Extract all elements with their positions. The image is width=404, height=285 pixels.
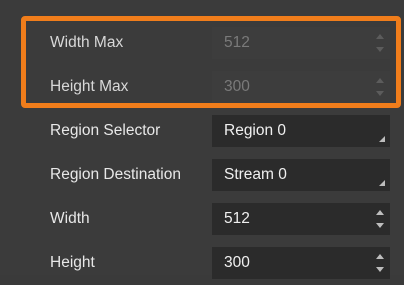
height-max-spinbox: 300 [212,71,390,103]
property-panel: Width Max 512 Height Max 300 Region Sele… [0,0,404,279]
property-row-height-max: Height Max 300 [34,65,404,109]
region-selector-combo[interactable]: Region 0 [212,115,390,147]
region-selector-label: Region Selector [50,122,161,139]
width-max-label: Width Max [50,34,124,51]
dropdown-arrow-icon[interactable] [379,180,385,186]
region-destination-combo[interactable]: Stream 0 [212,159,390,191]
spin-down-icon[interactable] [376,223,384,228]
dropdown-arrow-icon[interactable] [379,136,385,142]
height-spin-buttons[interactable] [374,251,386,275]
height-label: Height [50,254,95,271]
property-row-width-max: Width Max 512 [34,21,404,65]
spin-down-icon [376,47,384,52]
width-value[interactable]: 512 [224,203,250,235]
spin-down-icon [376,91,384,96]
width-max-value: 512 [224,34,250,51]
spin-up-icon [376,78,384,83]
region-destination-label: Region Destination [50,166,181,183]
width-max-spinbox: 512 [212,27,390,59]
height-max-value: 300 [224,78,250,95]
region-destination-value: Stream 0 [224,166,287,183]
spin-up-icon[interactable] [376,210,384,215]
spin-down-icon[interactable] [376,267,384,272]
property-row-region-selector: Region Selector Region 0 [34,109,404,153]
height-spinbox[interactable]: 300 [212,247,390,279]
property-row-region-destination: Region Destination Stream 0 [34,153,404,197]
spin-up-icon[interactable] [376,254,384,259]
height-max-spin-buttons [374,75,386,99]
width-max-spin-buttons [374,31,386,55]
spin-up-icon [376,34,384,39]
height-value[interactable]: 300 [224,247,250,279]
width-spinbox[interactable]: 512 [212,203,390,235]
width-label: Width [50,210,90,227]
width-spin-buttons[interactable] [374,207,386,231]
height-max-label: Height Max [50,78,129,95]
property-row-width: Width 512 [34,197,404,241]
region-selector-value: Region 0 [224,122,287,139]
property-row-height: Height 300 [34,241,404,285]
